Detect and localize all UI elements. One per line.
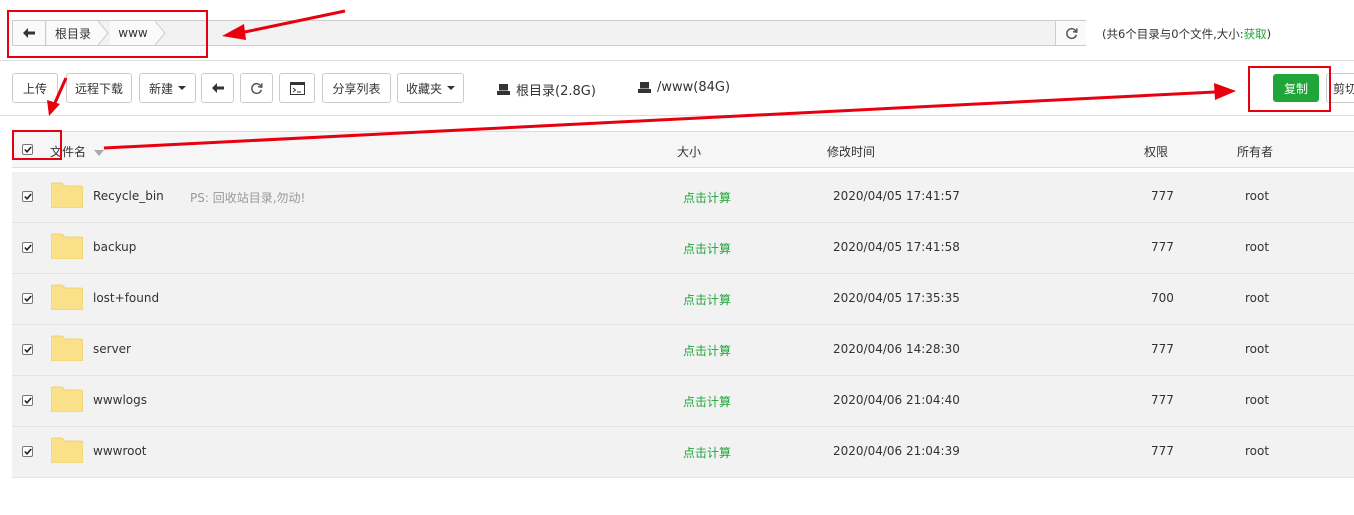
annotation-arrows [47, 9, 1236, 150]
